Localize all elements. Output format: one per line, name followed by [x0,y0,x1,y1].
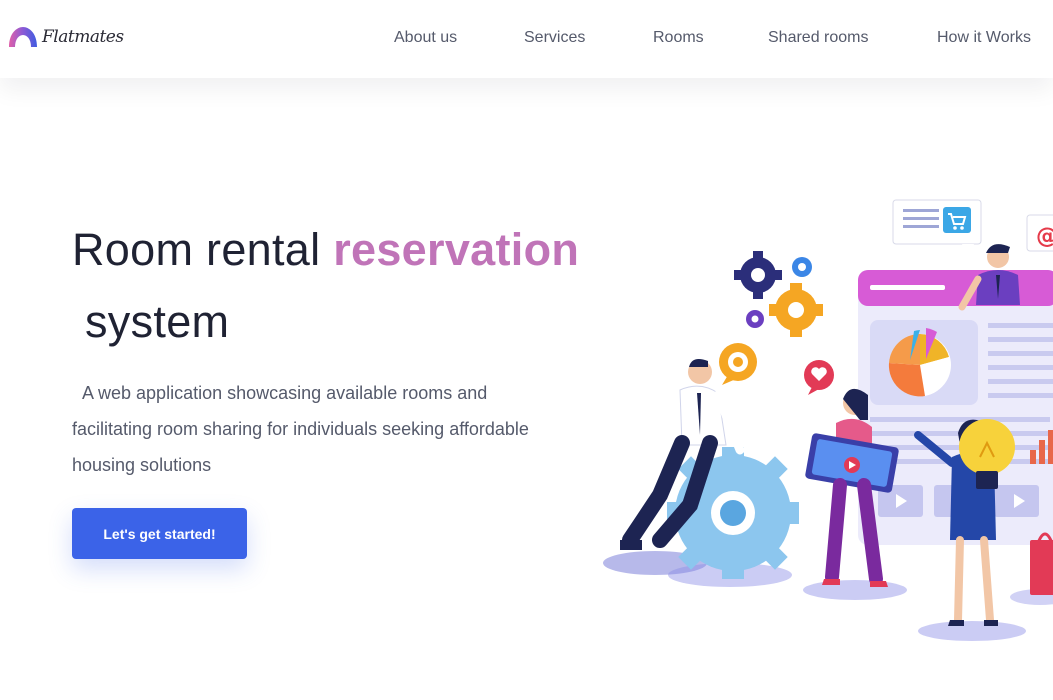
nav-item-about-us[interactable]: About us [394,29,457,47]
hero-description-line-3: housing solutions [72,455,212,475]
hero-title-line-1: Room rental reservation [72,214,632,286]
hero-description: A web application showcasing available r… [72,375,592,483]
svg-text:@: @ [1036,224,1053,249]
hero-description-line-1: A web application showcasing available r… [82,383,488,403]
nav-item-services[interactable]: Services [524,29,585,47]
nav-item-rooms[interactable]: Rooms [653,29,704,47]
heart-bubble-icon [804,360,834,395]
get-started-button[interactable]: Let's get started! [72,508,247,559]
nav-item-how-it-works[interactable]: How it Works [937,29,1031,47]
logo-icon [9,27,37,47]
gears-icon [734,251,823,337]
hero-title-accent: reservation [333,224,580,275]
at-sign-bubble-icon: @ [1026,214,1053,252]
brand-logo[interactable]: Flatmates [7,25,124,49]
hero-description-line-2: facilitating room sharing for individual… [72,419,529,439]
team-collaboration-illustration: @ [603,199,1053,641]
shopping-cart-bubble-icon [892,199,982,253]
brand-name: Flatmates [42,27,124,47]
hero-title-part2: system [85,296,230,347]
nav-item-shared-rooms[interactable]: Shared rooms [768,29,869,47]
hero-title-part1: Room rental [72,224,334,275]
gear-bubble-icon [719,343,757,385]
hero-title: Room rental reservation system [72,214,632,358]
site-header: Flatmates About us Services Rooms Shared… [0,0,1053,78]
shopping-bag-icon [1030,532,1053,595]
